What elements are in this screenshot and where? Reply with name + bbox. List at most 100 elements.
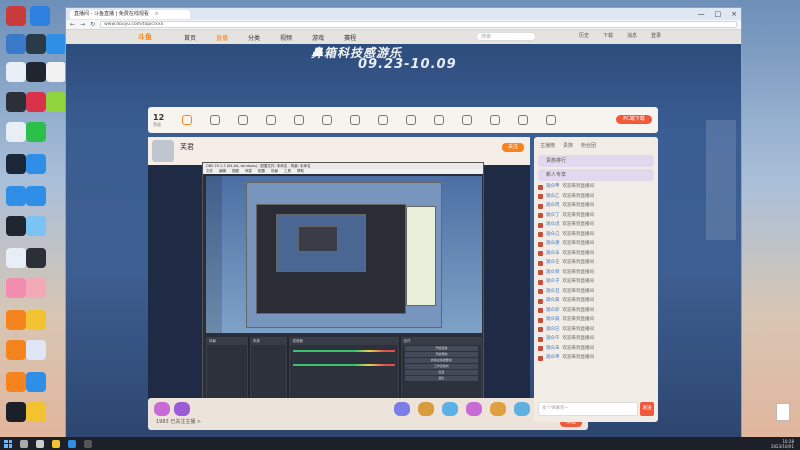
tab-close-icon[interactable]: × — [154, 11, 158, 17]
virtual-camera-button[interactable]: 启动虚拟摄像机 — [404, 358, 479, 363]
obs-menu-help[interactable]: 帮助 — [297, 169, 304, 174]
app-icon[interactable] — [6, 62, 26, 82]
app-icon[interactable] — [6, 122, 26, 142]
chat-input[interactable]: 发个弹幕呗~ — [538, 402, 638, 416]
message-icon[interactable]: 消息 — [627, 32, 637, 39]
pc-download-button[interactable]: PC端下载 — [616, 115, 652, 124]
chat-username[interactable]: 观众辛 — [546, 250, 560, 258]
history-icon[interactable]: 历史 — [579, 32, 589, 39]
app-icon[interactable] — [26, 340, 46, 360]
download-icon[interactable]: 下载 — [603, 32, 613, 39]
gift-item[interactable] — [490, 402, 506, 416]
crown-icon[interactable] — [378, 115, 389, 125]
app-icon[interactable] — [6, 186, 26, 206]
gift-item[interactable] — [418, 402, 434, 416]
app-icon[interactable] — [26, 372, 46, 392]
app-icon[interactable] — [6, 340, 26, 360]
exit-button[interactable]: 退出 — [404, 376, 479, 381]
clock-icon[interactable] — [434, 115, 445, 125]
chat-send-button[interactable]: 发送 — [640, 402, 654, 416]
settings-button[interactable]: 设置 — [404, 370, 479, 375]
follow-count[interactable]: 1983 已关注主播 > — [156, 418, 201, 425]
nav-live[interactable]: 直播 — [216, 33, 228, 42]
browser-icon[interactable] — [68, 439, 76, 448]
gift-item[interactable] — [514, 402, 530, 416]
streamer-avatar[interactable] — [152, 140, 174, 162]
chat-username[interactable]: 观众卯 — [546, 307, 560, 315]
streamer-name[interactable]: 芙君 — [180, 142, 194, 152]
taskview-icon[interactable] — [36, 439, 44, 448]
plane-icon[interactable] — [210, 115, 221, 125]
nav-game[interactable]: 游戏 — [312, 33, 324, 42]
app-icon[interactable] — [26, 92, 46, 112]
forward-button[interactable]: → — [80, 21, 85, 28]
card-icon[interactable] — [322, 115, 333, 125]
tab-ranking[interactable]: 主播榜 — [540, 142, 555, 149]
chat-username[interactable]: 观众子 — [546, 278, 560, 286]
side-ad-widget[interactable] — [706, 120, 736, 240]
back-button[interactable]: ← — [70, 21, 75, 28]
search-input[interactable]: 搜索 — [476, 32, 536, 41]
nav-schedule[interactable]: 赛程 — [344, 33, 356, 42]
maximize-button[interactable]: □ — [715, 10, 722, 18]
app-icon[interactable] — [26, 216, 46, 236]
tab-fans[interactable]: 粉丝团 — [581, 142, 596, 149]
chat-username[interactable]: 观众丑 — [546, 288, 560, 296]
app-icon[interactable] — [26, 402, 46, 422]
more-icon[interactable] — [546, 115, 557, 125]
app-icon[interactable] — [26, 122, 46, 142]
search-icon[interactable] — [20, 439, 28, 448]
app-icon[interactable] — [6, 372, 26, 392]
calendar-icon[interactable] — [350, 115, 361, 125]
diamond-icon[interactable] — [490, 115, 501, 125]
gift-icon[interactable] — [182, 115, 193, 125]
chat-username[interactable]: 观众午 — [546, 335, 560, 343]
chat-username[interactable]: 观众丁 — [546, 212, 560, 220]
reload-button[interactable]: ↻ — [90, 21, 95, 28]
studio-mode-button[interactable]: 工作室模式 — [404, 364, 479, 369]
app-icon[interactable] — [6, 92, 26, 112]
explorer-icon[interactable] — [52, 439, 60, 448]
chat-username[interactable]: 观众己 — [546, 231, 560, 239]
obs-menu-profile[interactable]: 配置 — [258, 169, 265, 174]
url-input[interactable]: www.douyu.com/topic/xxx — [100, 21, 737, 28]
app-icon[interactable] — [26, 34, 46, 54]
app-icon[interactable] — [30, 6, 50, 26]
app-icon[interactable] — [6, 6, 26, 26]
nav-home[interactable]: 首页 — [184, 33, 196, 42]
chat-username[interactable]: 观众癸 — [546, 269, 560, 277]
list-icon[interactable] — [406, 115, 417, 125]
app-icon[interactable] — [6, 248, 26, 268]
follow-button[interactable]: 关注 — [502, 143, 524, 152]
chat-username[interactable]: 观众申 — [546, 354, 560, 362]
obs-menu-view[interactable]: 视图 — [232, 169, 239, 174]
chat-username[interactable]: 观众巳 — [546, 326, 560, 334]
app-icon[interactable] — [46, 34, 66, 54]
chat-username[interactable]: 观众庚 — [546, 240, 560, 248]
site-logo[interactable]: 斗鱼 — [138, 32, 152, 42]
obs-menu-tools[interactable]: 工具 — [284, 169, 291, 174]
app-icon[interactable] — [26, 154, 46, 174]
chat-username[interactable]: 观众寅 — [546, 297, 560, 305]
chat-username[interactable]: 观众丙 — [546, 202, 560, 210]
app-icon[interactable] — [6, 278, 26, 298]
app-icon[interactable] — [6, 34, 26, 54]
obs-menu-scene[interactable]: 场景 — [271, 169, 278, 174]
obs-menu-docks[interactable]: 停靠 — [245, 169, 252, 174]
file-icon[interactable] — [776, 403, 790, 421]
app-icon[interactable] — [6, 154, 26, 174]
obs-preview[interactable] — [206, 176, 482, 333]
app-icon[interactable] — [26, 248, 46, 268]
newbie-card[interactable]: 新人专享 — [538, 169, 654, 181]
nav-video[interactable]: 视频 — [280, 33, 292, 42]
nav-category[interactable]: 分类 — [248, 33, 260, 42]
warning-icon[interactable] — [462, 115, 473, 125]
star-icon[interactable] — [266, 115, 277, 125]
gift-item[interactable] — [174, 402, 190, 416]
browser-tab[interactable]: 直播间 - 斗鱼直播 | 免费在线观看 × — [70, 9, 190, 19]
gift-item[interactable] — [466, 402, 482, 416]
grid-icon[interactable] — [518, 115, 529, 125]
app-icon[interactable] — [26, 310, 46, 330]
chat-username[interactable]: 观众未 — [546, 345, 560, 353]
shield-icon[interactable] — [238, 115, 249, 125]
